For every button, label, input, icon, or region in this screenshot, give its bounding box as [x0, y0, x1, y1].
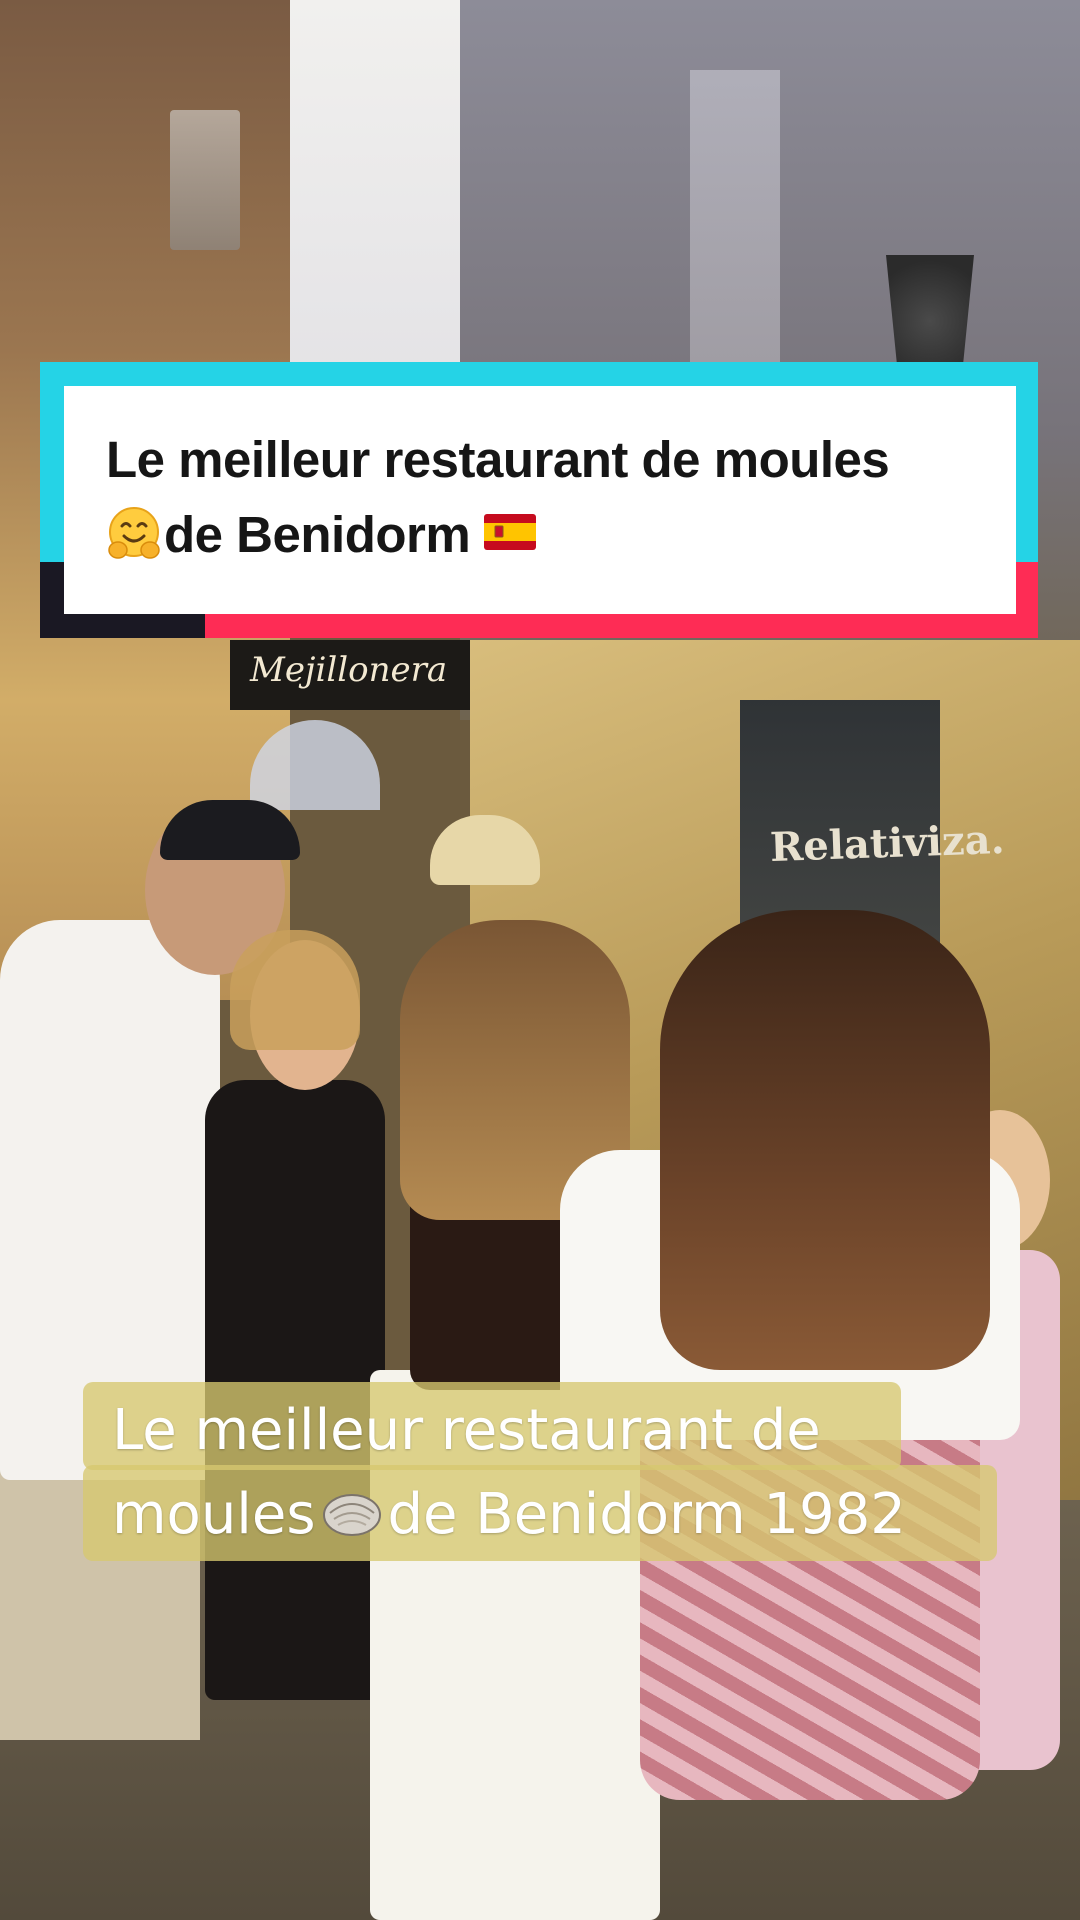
caption-line-2: moules de Benidorm 1982 [112, 1482, 906, 1547]
sky [270, 0, 490, 380]
title-text-2: de Benidorm [164, 506, 471, 563]
building-window [690, 70, 780, 370]
hugging-face-emoji-icon [108, 507, 160, 559]
caption-text-2a: moules [112, 1482, 316, 1547]
air-conditioner-unit [170, 110, 240, 250]
title-card-border-red-right [1016, 562, 1038, 638]
title-card-border-cyan-left [40, 362, 64, 562]
title-card-border-red [205, 614, 1038, 638]
title-card-inner [64, 386, 1016, 614]
caption-text-1: Le meilleur restaurant de [112, 1398, 821, 1463]
title-text-1: Le meilleur restaurant de moules [106, 431, 890, 488]
video-frame: Relativiza. Mejillonera Le meilleur rest… [0, 0, 1080, 1920]
restaurant-sign-text: Mejillonera [250, 650, 448, 690]
title-line-2: de Benidorm [106, 505, 537, 564]
person-woman-hair [230, 930, 360, 1050]
spain-flag-emoji-icon [484, 514, 537, 550]
title-card-border-dark-bottom [40, 614, 205, 638]
title-card-border-cyan [40, 362, 1038, 386]
caption-text-2b: de Benidorm 1982 [387, 1482, 906, 1547]
shop-sign-text: Relativiza. [769, 815, 1006, 872]
oyster-emoji-icon [322, 1494, 381, 1536]
title-line-1: Le meilleur restaurant de moules [106, 430, 890, 489]
caption-line-1: Le meilleur restaurant de [112, 1398, 821, 1463]
person-girl-long-hair [660, 910, 990, 1370]
title-card-border-cyan-right [1016, 362, 1038, 562]
